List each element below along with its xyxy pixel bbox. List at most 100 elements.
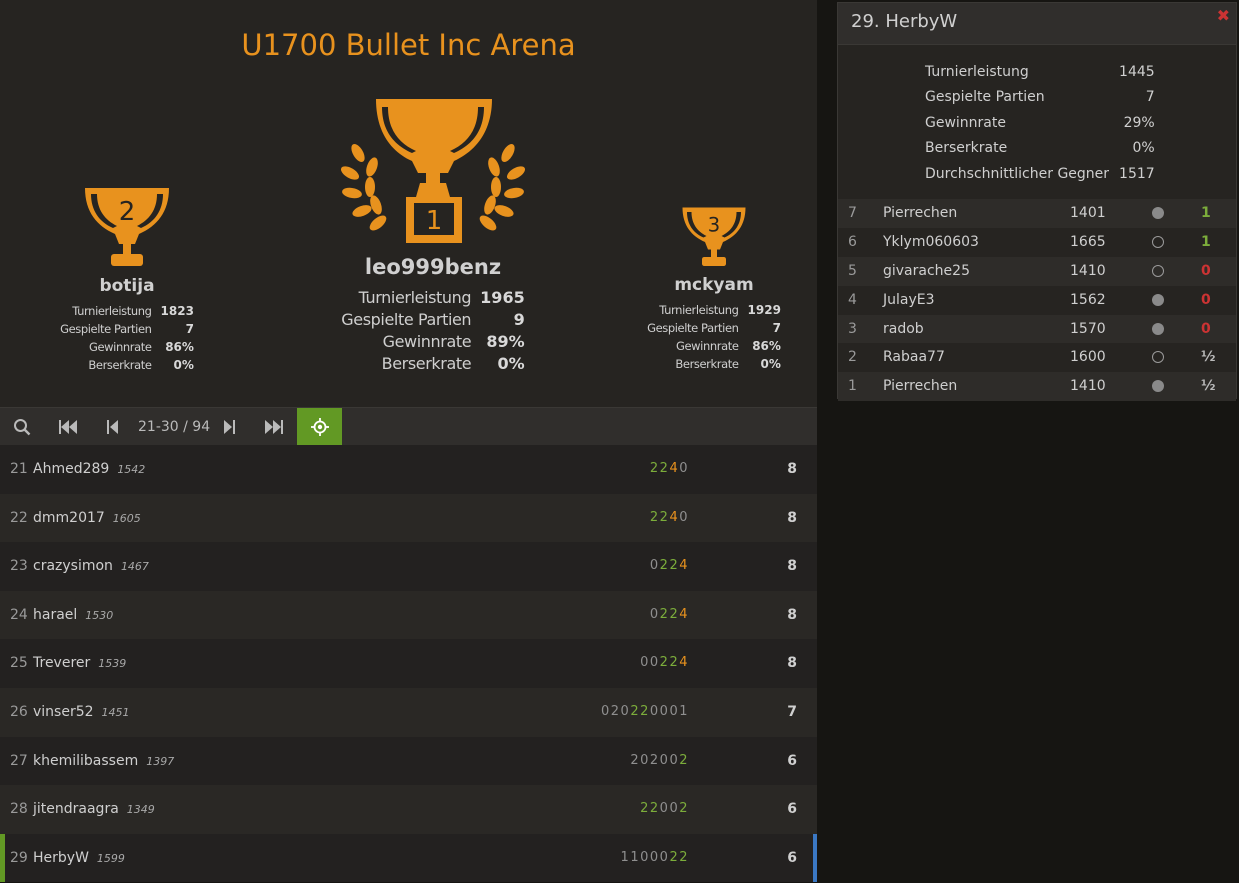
previous-page-icon <box>107 420 118 434</box>
game-row[interactable]: 2 Rabaa77 1600 ½ <box>838 343 1236 373</box>
opponent-name: Yklym060603 <box>883 233 979 250</box>
close-icon[interactable]: ✖ <box>1217 6 1230 25</box>
game-row[interactable]: 5 givarache25 1410 0 <box>838 256 1236 286</box>
next-page-button[interactable] <box>210 408 250 446</box>
opponent-name: Pierrechen <box>883 378 958 395</box>
last-page-icon <box>265 420 283 434</box>
score-digit: 2 <box>669 849 680 865</box>
player-name[interactable]: jitendraagra <box>33 801 119 817</box>
score-digit: 4 <box>669 509 680 525</box>
player-name[interactable]: mckyam <box>634 275 794 295</box>
games-label: Gespielte Partien <box>341 310 472 329</box>
score-digit: 0 <box>640 849 650 865</box>
player-name[interactable]: dmm2017 <box>33 510 105 526</box>
total-score: 6 <box>787 849 797 866</box>
game-row[interactable]: 4 JulayE3 1562 0 <box>838 285 1236 315</box>
score-digit: 2 <box>659 461 670 476</box>
player-name-cell[interactable]: HerbyW 1599 <box>33 834 125 883</box>
player-stats: Turnierleistung 1823 Gespielte Partien 7 G… <box>60 302 194 374</box>
player-name[interactable]: HerbyW <box>33 850 89 866</box>
score-digit: 2 <box>669 558 680 574</box>
table-row[interactable]: 29 HerbyW 1599 1100022 6 <box>0 833 817 883</box>
score-digit: 2 <box>679 801 689 817</box>
player-name[interactable]: Treverer <box>33 655 90 671</box>
score-digit: 4 <box>679 655 689 671</box>
player-name-cell[interactable]: Ahmed289 1542 <box>33 445 145 494</box>
total-score: 8 <box>787 606 797 623</box>
game-round: 3 <box>848 320 857 337</box>
berserk-rate-label: Berserkrate <box>675 357 739 371</box>
player-rank: 25 <box>10 655 28 672</box>
first-page-button[interactable] <box>46 408 90 446</box>
score-digit: 2 <box>669 655 680 671</box>
player-name-cell[interactable]: harael 1530 <box>33 591 113 640</box>
player-name[interactable]: Ahmed289 <box>33 461 109 477</box>
table-row[interactable]: 27 khemilibassem 1397 202002 6 <box>0 736 817 786</box>
score-digit: 0 <box>600 703 611 719</box>
search-button[interactable] <box>0 408 44 446</box>
table-row[interactable]: 21 Ahmed289 1542 2240 8 <box>0 445 817 494</box>
game-row[interactable]: 6 Yklym060603 1665 1 <box>838 227 1236 257</box>
game-row[interactable]: 1 Pierrechen 1410 ½ <box>838 372 1236 402</box>
player-name-cell[interactable]: crazysimon 1467 <box>33 542 149 591</box>
player-name[interactable]: khemilibassem <box>33 753 138 769</box>
standings-pager: 21-30 / 94 <box>0 407 817 446</box>
games-list: 7 Pierrechen 1401 1 6 Yklym060603 1665 1 5 givara… <box>838 199 1236 402</box>
player-name-cell[interactable]: dmm2017 1605 <box>33 494 141 543</box>
standings-table: 21 Ahmed289 1542 2240 8 22 dmm2017 1605 2240 8 23 c… <box>0 445 817 883</box>
player-name-cell[interactable]: jitendraagra 1349 <box>33 785 155 834</box>
player-name[interactable]: botija <box>47 276 207 296</box>
color-white-icon <box>1152 322 1164 335</box>
win-rate-label: Gewinnrate <box>88 340 152 354</box>
table-row[interactable]: 25 Treverer 1539 00224 8 <box>0 639 817 688</box>
player-rating: 1451 <box>101 705 130 719</box>
player-name-cell[interactable]: khemilibassem 1397 <box>33 737 174 786</box>
score-digit: 0 <box>659 801 670 817</box>
player-rating: 1605 <box>112 511 141 525</box>
score-digit: 0 <box>659 752 670 768</box>
player-name[interactable]: leo999benz <box>328 255 538 279</box>
focus-me-button[interactable] <box>297 408 342 446</box>
table-row[interactable]: 24 harael 1530 0224 8 <box>0 590 817 640</box>
last-page-button[interactable] <box>252 408 296 446</box>
previous-page-button[interactable] <box>92 408 132 446</box>
score-sheet: 2240 <box>650 445 689 493</box>
table-row[interactable]: 28 jitendraagra 1349 22002 6 <box>0 785 817 834</box>
opponent-rating: 1562 <box>1070 291 1106 308</box>
score-digit: 0 <box>669 801 680 817</box>
player-name-cell[interactable]: vinser52 1451 <box>33 688 130 737</box>
table-row[interactable]: 22 dmm2017 1605 2240 8 <box>0 493 817 543</box>
player-name[interactable]: harael <box>33 607 77 623</box>
score-digit: 2 <box>659 558 670 574</box>
performance-label: Turnierleistung <box>72 304 152 318</box>
win-rate-value: 89% <box>486 332 525 351</box>
color-black-icon <box>1152 351 1164 364</box>
berserk-rate-value: 0% <box>760 357 781 371</box>
performance-value: 1823 <box>160 304 194 318</box>
table-row[interactable]: 26 vinser52 1451 020220001 7 <box>0 687 817 737</box>
opponent-name: radob <box>883 320 924 337</box>
player-stats: Turnierleistung 1965 Gespielte Partien 9 G… <box>341 287 524 375</box>
player-rating: 1349 <box>126 803 155 817</box>
player-rating: 1539 <box>98 657 127 671</box>
player-name-cell[interactable]: Treverer 1539 <box>33 639 126 688</box>
player-name[interactable]: crazysimon <box>33 558 113 574</box>
performance-label: Turnierleistung <box>659 303 739 317</box>
score-sheet: 2240 <box>650 494 689 542</box>
panel-header: 29. HerbyW ✖ <box>838 3 1236 45</box>
game-row[interactable]: 3 radob 1570 0 <box>838 314 1236 344</box>
opponent-rating: 1570 <box>1070 320 1106 337</box>
search-icon <box>14 419 31 436</box>
player-panel-stats: Turnierleistung 1445 Gespielte Partien 7 G… <box>925 60 1155 187</box>
player-name[interactable]: vinser52 <box>33 704 94 720</box>
total-score: 8 <box>787 655 797 672</box>
table-row[interactable]: 23 crazysimon 1467 0224 8 <box>0 542 817 591</box>
trophy-laurel-icon: 1 <box>340 99 526 243</box>
score-digit: 2 <box>649 461 660 476</box>
game-result: 1 <box>1201 205 1211 221</box>
performance-value: 1965 <box>480 288 525 307</box>
opponent-name: givarache25 <box>883 262 970 279</box>
game-row[interactable]: 7 Pierrechen 1401 1 <box>838 199 1236 228</box>
games-label: Gespielte Partien <box>60 322 152 336</box>
score-digit: 2 <box>610 703 621 719</box>
